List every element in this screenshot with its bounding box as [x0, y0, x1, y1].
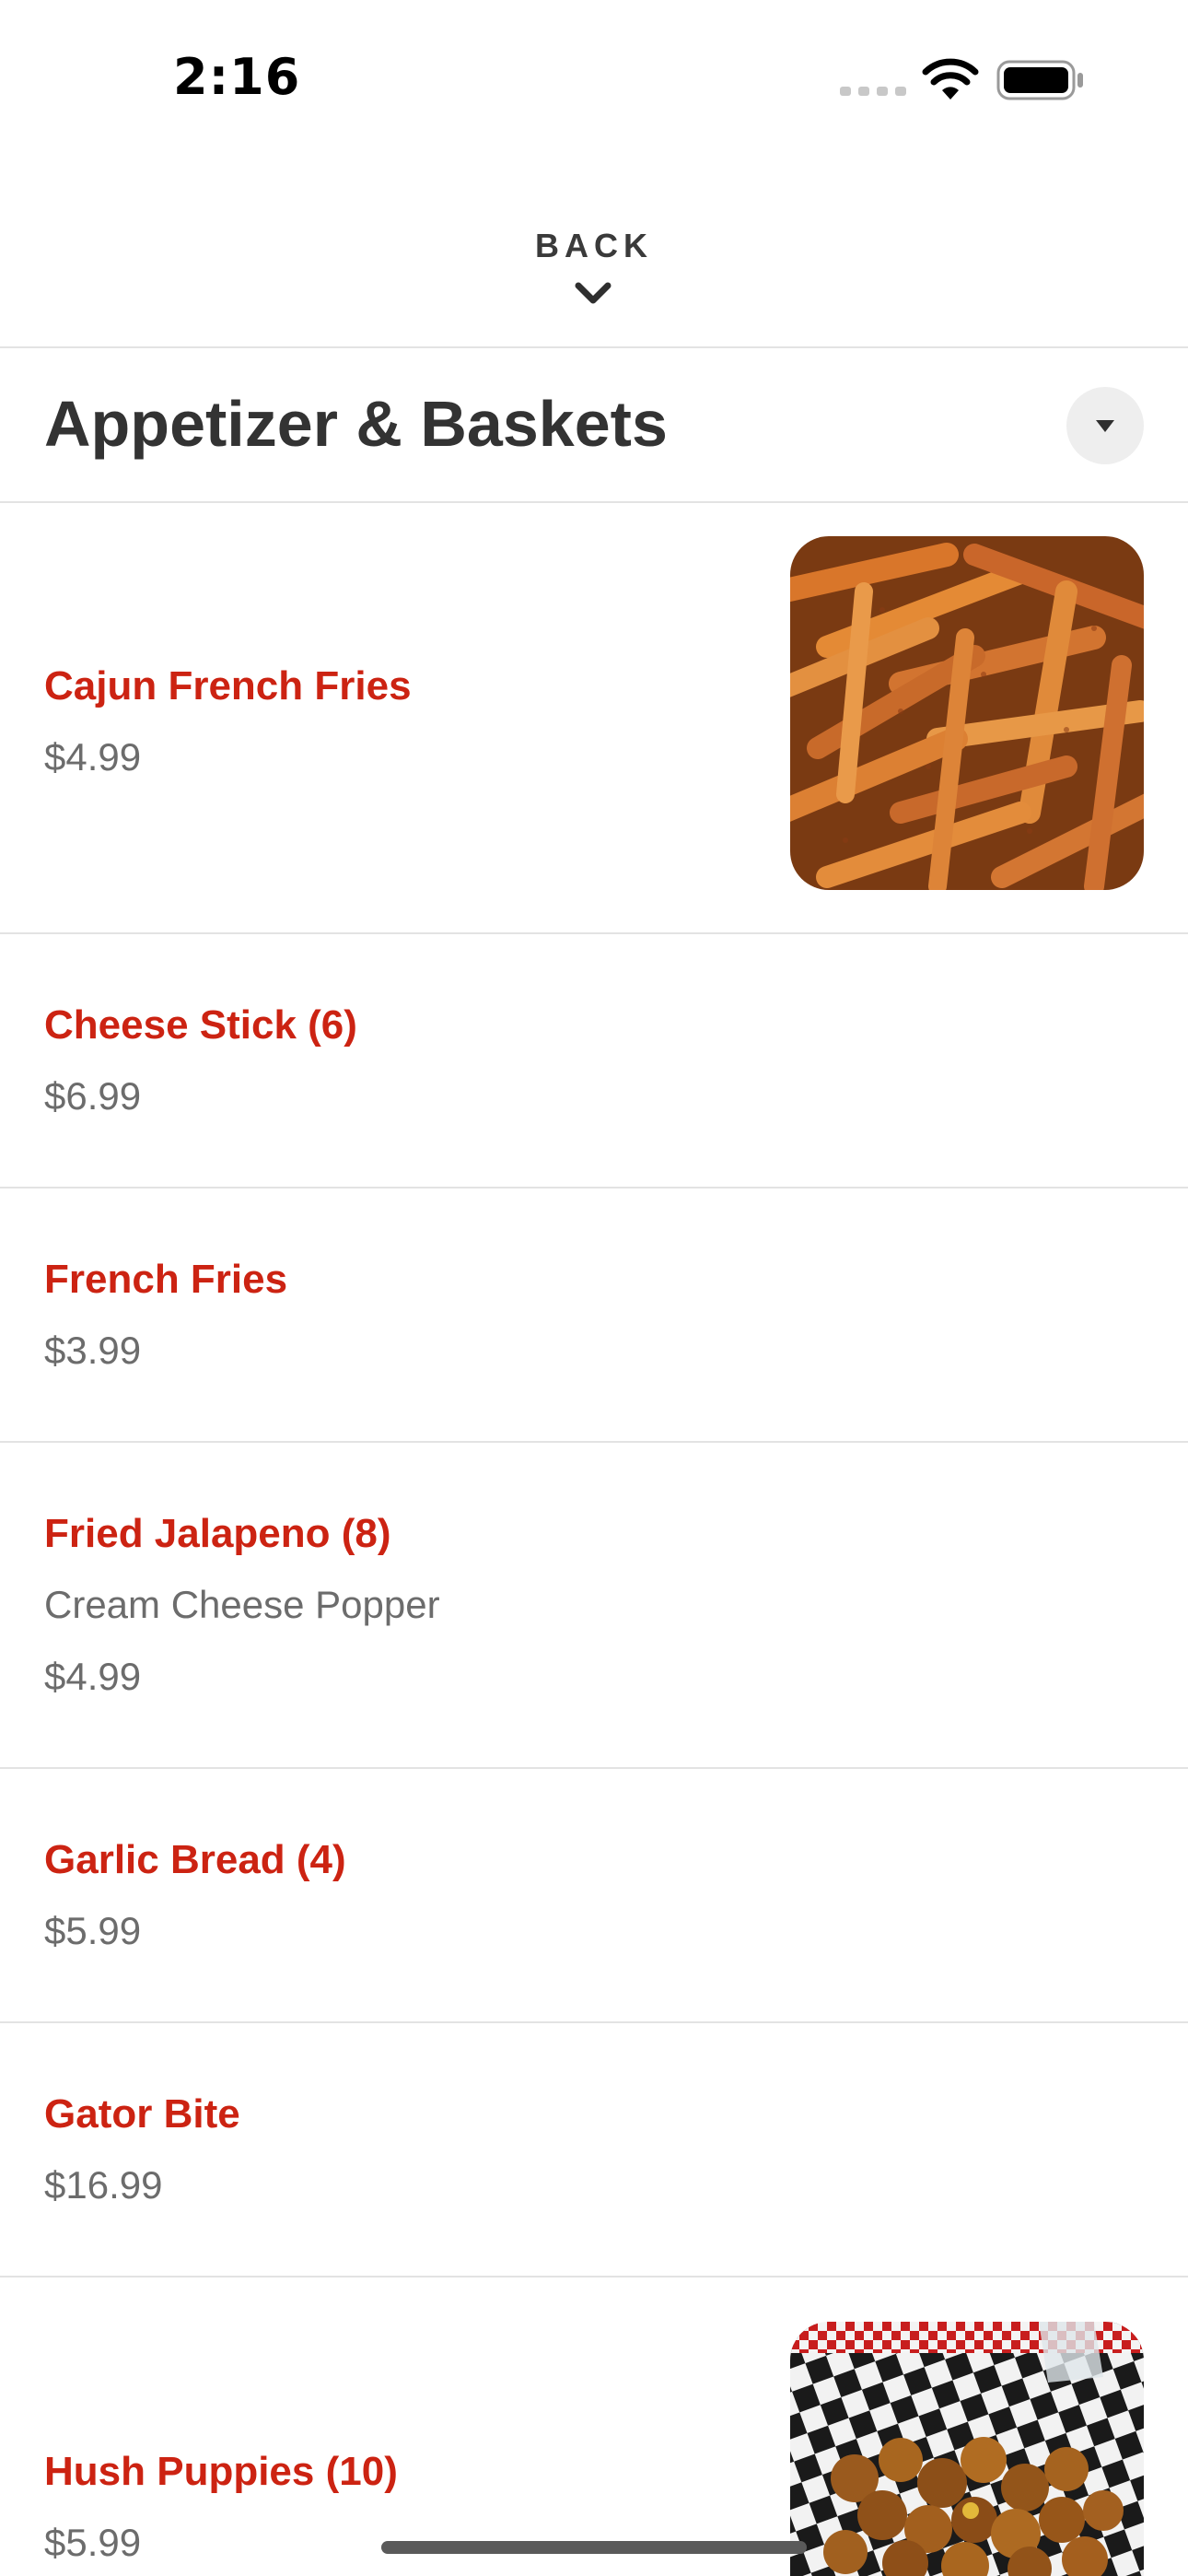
- menu-item-hush-puppies[interactable]: Hush Puppies (10) $5.99: [0, 2277, 1188, 2576]
- item-price: $4.99: [44, 1655, 142, 1698]
- item-name: Fried Jalapeno (8): [44, 1511, 391, 1556]
- item-description: Cream Cheese Popper: [44, 1583, 440, 1626]
- item-name: Cajun French Fries: [44, 663, 412, 708]
- cajun-fries-photo: [790, 536, 1144, 890]
- back-button[interactable]: BACK: [0, 193, 1188, 346]
- status-time: 2:16: [173, 48, 301, 106]
- status-bar: 2:16: [0, 0, 1188, 157]
- item-price: $5.99: [44, 1909, 142, 1952]
- item-price: $5.99: [44, 2521, 142, 2564]
- item-price: $16.99: [44, 2163, 163, 2207]
- category-dropdown-button[interactable]: [1066, 387, 1144, 464]
- item-price: $3.99: [44, 1329, 142, 1372]
- item-name: Cheese Stick (6): [44, 1002, 357, 1048]
- wifi-icon: [922, 58, 979, 100]
- item-price: $6.99: [44, 1074, 142, 1118]
- menu-item-garlic-bread[interactable]: Garlic Bread (4) $5.99: [0, 1769, 1188, 2021]
- battery-icon: [996, 60, 1083, 100]
- category-title: Appetizer & Baskets: [44, 388, 668, 460]
- home-indicator[interactable]: [381, 2541, 807, 2554]
- menu-item-cheese-stick[interactable]: Cheese Stick (6) $6.99: [0, 934, 1188, 1187]
- category-header: Appetizer & Baskets: [0, 348, 1188, 501]
- menu-item-gator-bite[interactable]: Gator Bite $16.99: [0, 2023, 1188, 2276]
- item-name: Garlic Bread (4): [44, 1837, 346, 1882]
- hush-puppies-photo: [790, 2322, 1144, 2576]
- menu-item-cajun-french-fries[interactable]: Cajun French Fries $4.99: [0, 503, 1188, 932]
- caret-down-icon: [1096, 420, 1114, 432]
- item-name: Hush Puppies (10): [44, 2449, 398, 2494]
- chevron-down-icon: [575, 282, 611, 304]
- menu-item-french-fries[interactable]: French Fries $3.99: [0, 1188, 1188, 1441]
- item-price: $4.99: [44, 735, 142, 779]
- cellular-signal-icon: [840, 87, 906, 96]
- item-name: Gator Bite: [44, 2091, 240, 2137]
- back-label: BACK: [535, 227, 653, 264]
- menu-item-fried-jalapeno[interactable]: Fried Jalapeno (8) Cream Cheese Popper $…: [0, 1443, 1188, 1767]
- item-name: French Fries: [44, 1257, 288, 1302]
